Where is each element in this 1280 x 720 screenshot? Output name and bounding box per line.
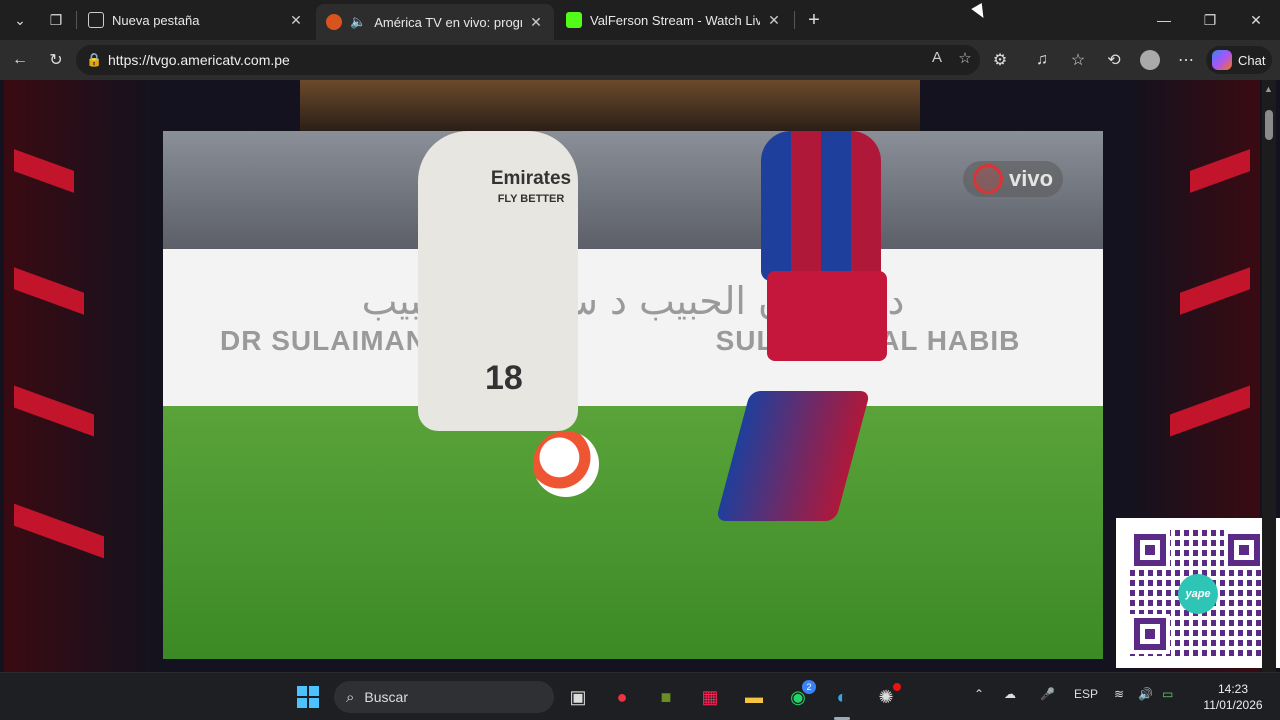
input-language[interactable]: ESP [1074, 687, 1098, 701]
tab-separator [76, 11, 77, 29]
back-icon[interactable]: ← [8, 48, 32, 72]
red-stripe [1180, 267, 1250, 315]
live-badge: vivo [963, 161, 1064, 197]
windows-taskbar: ⌕ Buscar ▣ ● ■ ▦ ▬ ◉ 2 ◐ ✺ ⌃ ☁ 🎤 ESP ≋ 🔊… [0, 672, 1280, 720]
live-badge-text: vivo [1009, 166, 1054, 191]
shirt-sponsor: Emirates FLY BETTER [481, 169, 581, 209]
minecraft-icon[interactable]: ■ [650, 681, 682, 713]
board-arabic-text: د سليمان الحبيب د سليمان الحبيب [361, 279, 905, 323]
shirt-sponsor-name: Emirates [490, 168, 572, 189]
edge-browser-icon[interactable]: ◐ [826, 681, 858, 713]
player-barca-shorts [767, 271, 887, 361]
player-barca-shirt [761, 131, 881, 281]
battery-charging-icon[interactable]: ▭ [1162, 687, 1173, 701]
microsoft-store-icon[interactable]: ▦ [694, 681, 726, 713]
tab-separator [794, 11, 795, 29]
new-tab-plus-icon[interactable]: + [800, 6, 828, 34]
red-stripe [14, 385, 94, 437]
notification-dot [893, 683, 901, 691]
clock-time: 14:23 [1217, 682, 1249, 696]
scroll-up-icon[interactable]: ▲ [1264, 84, 1273, 94]
copilot-icon [1212, 50, 1232, 70]
tab-title: ValFerson Stream - Watch Live on [590, 12, 760, 28]
tab-actions-chevron-icon[interactable]: ⌄ [6, 6, 34, 34]
qr-finder [1130, 530, 1170, 570]
pitch [163, 406, 1103, 659]
clock-date: 11/01/2026 [1203, 698, 1263, 712]
minimize-icon[interactable]: — [1150, 6, 1178, 34]
windows-start-icon[interactable] [292, 681, 324, 713]
americatv-globe-icon [973, 164, 1003, 194]
more-menu-icon[interactable]: ⋯ [1174, 48, 1198, 72]
restore-icon[interactable]: ❐ [1196, 6, 1224, 34]
microphone-icon[interactable]: 🎤 [1040, 687, 1055, 701]
red-stripe [14, 503, 104, 559]
extensions-icon[interactable]: ⚙ [988, 48, 1012, 72]
workspaces-icon[interactable]: ❐ [42, 6, 70, 34]
tab-kick-stream[interactable]: ValFerson Stream - Watch Live on ✕ [556, 4, 792, 36]
speaker-icon[interactable]: 🔈 [350, 14, 366, 30]
volume-icon[interactable]: 🔊 [1138, 687, 1153, 701]
tab-title: América TV en vivo: programa [374, 14, 522, 30]
address-field[interactable]: 🔒 https://tvgo.americatv.com.pe A ☆ [76, 45, 980, 75]
decorative-left-panel [4, 80, 154, 672]
football [533, 431, 599, 497]
tab-americatv[interactable]: 🔈 América TV en vivo: programa ✕ [316, 4, 554, 40]
tab-title: Nueva pestaña [112, 12, 200, 28]
advertising-board: د سليمان الحبيب د سليمان الحبيب DR SULAI… [163, 249, 1103, 406]
qr-pattern: yape [1130, 530, 1266, 656]
wifi-icon[interactable]: ≋ [1114, 687, 1124, 701]
shirt-tagline: FLY BETTER [497, 193, 565, 205]
favorite-star-icon[interactable]: ☆ [956, 49, 974, 67]
system-clock[interactable]: 14:23 11/01/2026 [1196, 681, 1270, 713]
tab-strip: ⌄ ❐ Nueva pestaña ✕ 🔈 América TV en vivo… [0, 0, 1280, 40]
red-stripe [14, 267, 84, 315]
favorites-icon[interactable]: ☆ [1066, 48, 1090, 72]
yape-logo: yape [1178, 574, 1218, 614]
video-overflow-top [300, 80, 920, 132]
qr-finder [1130, 614, 1170, 654]
refresh-icon[interactable]: ↻ [44, 48, 68, 72]
taskbar-search[interactable]: ⌕ Buscar [334, 681, 554, 713]
search-icon: ⌕ [346, 688, 355, 706]
page-viewport: د سليمان الحبيب د سليمان الحبيب DR SULAI… [0, 80, 1280, 672]
red-stripe [1190, 149, 1250, 193]
red-stripe [1170, 385, 1250, 437]
close-tab-icon[interactable]: ✕ [288, 12, 304, 29]
chat-label: Chat [1238, 52, 1266, 68]
kick-icon [566, 12, 582, 28]
history-icon[interactable]: ⟲ [1102, 48, 1126, 72]
tab-new-tab[interactable]: Nueva pestaña ✕ [78, 4, 314, 36]
lock-icon[interactable]: 🔒 [86, 52, 102, 68]
yape-qr-code: yape [1116, 518, 1280, 668]
shirt-number: 18 [485, 359, 523, 397]
americatv-globe-icon [326, 14, 342, 30]
powerpoint-icon[interactable]: ● [606, 681, 638, 713]
media-control-icon[interactable]: ♫ [1030, 48, 1054, 72]
new-tab-icon [88, 12, 104, 28]
copilot-chat-button[interactable]: Chat [1206, 46, 1272, 74]
navigation-bar: ← ↻ 🔒 https://tvgo.americatv.com.pe A ☆ … [0, 40, 1280, 80]
close-window-icon[interactable]: ✕ [1242, 6, 1270, 34]
search-placeholder: Buscar [364, 689, 408, 705]
onedrive-icon[interactable]: ☁ [1004, 687, 1016, 701]
close-tab-icon[interactable]: ✕ [528, 14, 544, 31]
mouse-cursor [971, 2, 989, 22]
whatsapp-notification-badge: 2 [802, 680, 816, 694]
file-explorer-icon[interactable]: ▬ [738, 681, 770, 713]
profile-avatar[interactable] [1138, 48, 1162, 72]
read-aloud-icon[interactable]: A [928, 49, 946, 67]
scroll-thumb[interactable] [1265, 110, 1273, 140]
show-hidden-icons-chevron-icon[interactable]: ⌃ [974, 687, 984, 701]
stadium-crowd [163, 131, 1103, 249]
url-text[interactable]: https://tvgo.americatv.com.pe [108, 52, 290, 68]
page-scrollbar[interactable]: ▲ [1262, 80, 1276, 672]
board-english-text: DR SULAIMAN AL HABIBSULAIMAN AL HABIB [163, 325, 1103, 357]
task-view-icon[interactable]: ▣ [562, 681, 594, 713]
close-tab-icon[interactable]: ✕ [766, 12, 782, 29]
live-video-player[interactable]: د سليمان الحبيب د سليمان الحبيب DR SULAI… [163, 131, 1103, 659]
red-stripe [14, 149, 74, 193]
qr-finder [1224, 530, 1264, 570]
